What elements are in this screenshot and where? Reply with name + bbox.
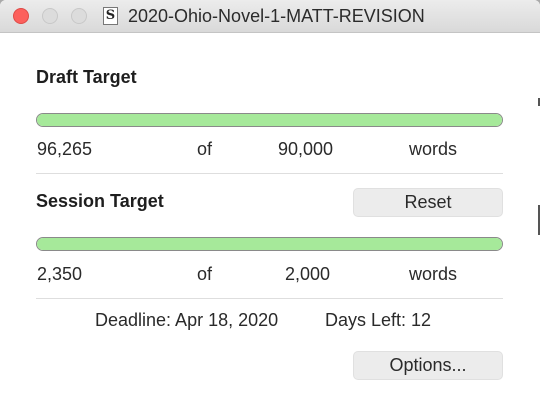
minimize-window-button[interactable] [42, 8, 58, 24]
session-target-label: Session Target [36, 191, 164, 211]
draft-of-label: of [197, 139, 213, 159]
draft-current-count: 96,265 [37, 139, 93, 159]
draft-progress-bar [36, 113, 503, 127]
session-progress-bar [36, 237, 503, 251]
divider [36, 298, 503, 299]
zoom-window-button[interactable] [71, 8, 87, 24]
deadline-text: Deadline: Apr 18, 2020 [95, 310, 279, 330]
session-current-count: 2,350 [37, 264, 83, 284]
close-window-button[interactable] [13, 8, 29, 24]
options-button[interactable]: Options... [353, 351, 503, 380]
draft-target-count: 90,000 [278, 139, 334, 159]
draft-target-label: Draft Target [36, 67, 137, 87]
reset-button[interactable]: Reset [353, 188, 503, 217]
document-icon: S [103, 7, 118, 25]
draft-progress-fill [37, 114, 502, 126]
session-progress-fill [37, 238, 502, 250]
window-title: 2020-Ohio-Novel-1-MATT-REVISION [128, 6, 425, 26]
title-bar[interactable]: S 2020-Ohio-Novel-1-MATT-REVISION [0, 0, 540, 33]
draft-unit-label: words [409, 139, 458, 159]
session-of-label: of [197, 264, 213, 284]
session-unit-label: words [409, 264, 458, 284]
days-left-text: Days Left: 12 [325, 310, 432, 330]
project-targets-window: S 2020-Ohio-Novel-1-MATT-REVISION Draft … [0, 0, 540, 418]
session-target-count: 2,000 [285, 264, 331, 284]
divider [36, 173, 503, 174]
